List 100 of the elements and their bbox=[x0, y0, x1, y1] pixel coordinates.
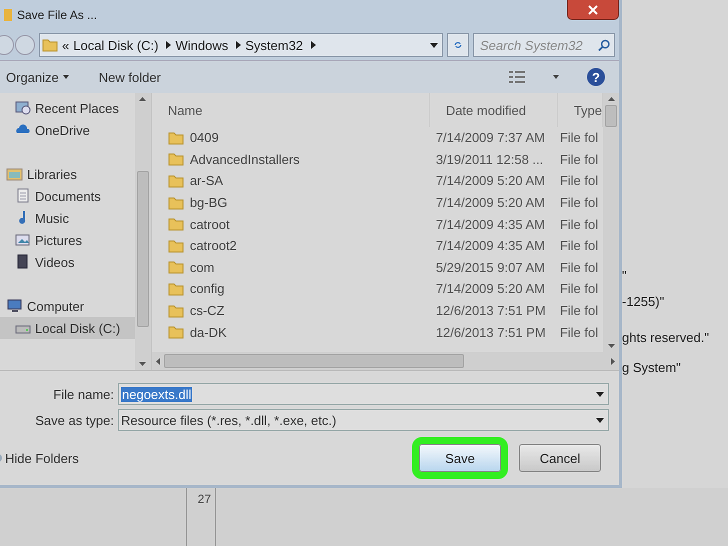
documents-icon bbox=[14, 188, 30, 204]
dropdown-icon bbox=[596, 392, 604, 396]
field-label: Save as type: bbox=[34, 412, 114, 428]
date-cell-text: 3/19/2011 12:58 ... bbox=[434, 152, 544, 167]
sidebar-item[interactable]: Computer bbox=[0, 295, 135, 317]
sidebar-item[interactable]: Pictures bbox=[0, 229, 135, 251]
up-arrow-icon bbox=[608, 97, 614, 101]
date-cell-text: 12/6/2013 7:51 PM bbox=[434, 324, 547, 340]
hide-folders-button[interactable]: Hide Folders bbox=[0, 450, 79, 466]
caret-icon bbox=[553, 75, 559, 79]
down-arrow-icon bbox=[608, 344, 614, 348]
scrollbar-thumb[interactable] bbox=[136, 171, 149, 327]
address-bar[interactable]: « Local Disk (C:) Windows System32 bbox=[39, 33, 443, 57]
file-name[interactable]: catroot2 bbox=[190, 238, 237, 254]
type-cell-text: File fol bbox=[558, 173, 600, 188]
search-field[interactable]: Search System32 bbox=[473, 33, 615, 57]
overflow-button[interactable]: « bbox=[62, 38, 70, 52]
folder-icon bbox=[168, 324, 184, 340]
breadcrumb[interactable]: Windows bbox=[175, 38, 228, 52]
folder-icon bbox=[168, 259, 184, 276]
scrollbar[interactable] bbox=[134, 93, 151, 370]
right-arrow-icon bbox=[611, 358, 615, 364]
date-cell-text: 7/14/2009 5:20 AM bbox=[434, 195, 546, 210]
file-name[interactable]: ar-SA bbox=[190, 173, 224, 188]
breadcrumb[interactable]: System32 bbox=[245, 38, 304, 52]
column-header[interactable]: Name bbox=[152, 93, 430, 127]
dropdown-icon bbox=[596, 418, 604, 422]
column-header[interactable]: Date modified bbox=[430, 93, 558, 127]
dialog-button[interactable]: Cancel bbox=[519, 444, 601, 472]
organize-button[interactable]: Organize bbox=[6, 70, 69, 84]
file-name[interactable]: AdvancedInstallers bbox=[190, 152, 300, 167]
file-name-field[interactable]: negoexts.dll bbox=[118, 383, 609, 405]
dropdown-icon bbox=[430, 42, 438, 48]
close-icon bbox=[588, 4, 598, 14]
folder-icon bbox=[168, 194, 184, 211]
type-cell-text: File fol bbox=[558, 130, 600, 146]
date-cell-text: 7/14/2009 7:37 AM bbox=[434, 130, 546, 146]
folder-icon bbox=[168, 216, 184, 232]
date-cell-text: 5/29/2015 9:07 AM bbox=[434, 260, 546, 275]
arrows-icon bbox=[454, 39, 462, 51]
field-label: File name: bbox=[52, 386, 114, 402]
type-cell-text: File fol bbox=[558, 281, 600, 296]
date-cell-text: 7/14/2009 4:35 AM bbox=[434, 238, 546, 254]
arrow-icon bbox=[236, 41, 242, 49]
music-icon bbox=[18, 210, 26, 226]
caret-icon bbox=[62, 75, 69, 79]
scrollbar-thumb[interactable] bbox=[605, 105, 617, 127]
file-name[interactable]: da-DK bbox=[190, 324, 227, 340]
arrow-icon bbox=[311, 41, 316, 49]
new-folder-button[interactable]: New folder bbox=[98, 70, 161, 84]
type-cell-text: File fol bbox=[558, 238, 600, 254]
breadcrumb[interactable]: Local Disk (C:) bbox=[73, 38, 158, 52]
pictures-icon bbox=[14, 232, 30, 248]
line-number: 27 bbox=[186, 488, 216, 546]
sidebar-item[interactable]: Documents bbox=[0, 185, 135, 207]
sidebar-item[interactable]: Recent Places bbox=[0, 97, 135, 119]
scrollbar[interactable] bbox=[603, 93, 619, 352]
help-button[interactable]: ? bbox=[587, 68, 605, 86]
file-name[interactable]: 0409 bbox=[190, 130, 219, 146]
folder-icon bbox=[168, 302, 184, 319]
sidebar-item[interactable]: Libraries bbox=[0, 163, 135, 185]
file-type-dropdown[interactable]: Resource files (*.res, *.dll, *.exe, etc.) bbox=[118, 409, 609, 431]
file-name[interactable]: config bbox=[190, 281, 225, 296]
code-text: " bbox=[622, 268, 628, 285]
file-name[interactable]: cs-CZ bbox=[190, 303, 224, 318]
view-button[interactable] bbox=[509, 70, 525, 84]
date-cell-text: 12/6/2013 7:51 PM bbox=[434, 303, 547, 318]
file-name[interactable]: bg-BG bbox=[190, 195, 228, 210]
refresh-button[interactable] bbox=[447, 33, 469, 57]
window-title: Save File As ... bbox=[17, 8, 98, 22]
scrollbar-thumb[interactable] bbox=[164, 354, 464, 368]
close-button[interactable] bbox=[567, 0, 619, 20]
forward-button[interactable] bbox=[15, 35, 35, 55]
list-view-icon bbox=[509, 70, 525, 84]
date-cell-text: 7/14/2009 5:20 AM bbox=[434, 173, 546, 188]
recent-icon bbox=[14, 100, 30, 116]
type-cell-text: File fol bbox=[558, 216, 600, 232]
file-name[interactable]: com bbox=[190, 260, 214, 275]
type-cell-text: File fol bbox=[558, 303, 600, 318]
sidebar-item[interactable]: Local Disk (C:) bbox=[0, 317, 135, 339]
type-cell-text: File fol bbox=[558, 324, 600, 340]
left-arrow-icon bbox=[156, 358, 160, 364]
date-cell-text: 7/14/2009 5:20 AM bbox=[434, 281, 546, 296]
code-text: ghts reserved." bbox=[622, 330, 710, 347]
sidebar-item[interactable]: Videos bbox=[0, 251, 135, 273]
code-text: -1255)" bbox=[622, 294, 666, 311]
sidebar-item[interactable]: OneDrive bbox=[0, 119, 135, 141]
folder-icon bbox=[4, 7, 14, 23]
file-name[interactable]: catroot bbox=[190, 216, 230, 232]
down-arrow-icon bbox=[139, 362, 146, 366]
computer-icon bbox=[6, 298, 22, 314]
folder-icon bbox=[168, 238, 184, 254]
up-arrow-icon bbox=[139, 97, 146, 101]
folder-icon bbox=[168, 280, 184, 297]
horizontal-scrollbar[interactable] bbox=[152, 352, 619, 370]
type-cell-text: File fol bbox=[558, 195, 600, 210]
libraries-icon bbox=[6, 166, 23, 182]
back-button[interactable] bbox=[0, 35, 14, 55]
sidebar-item[interactable]: Music bbox=[0, 207, 135, 229]
date-cell-text: 7/14/2009 4:35 AM bbox=[434, 216, 546, 232]
